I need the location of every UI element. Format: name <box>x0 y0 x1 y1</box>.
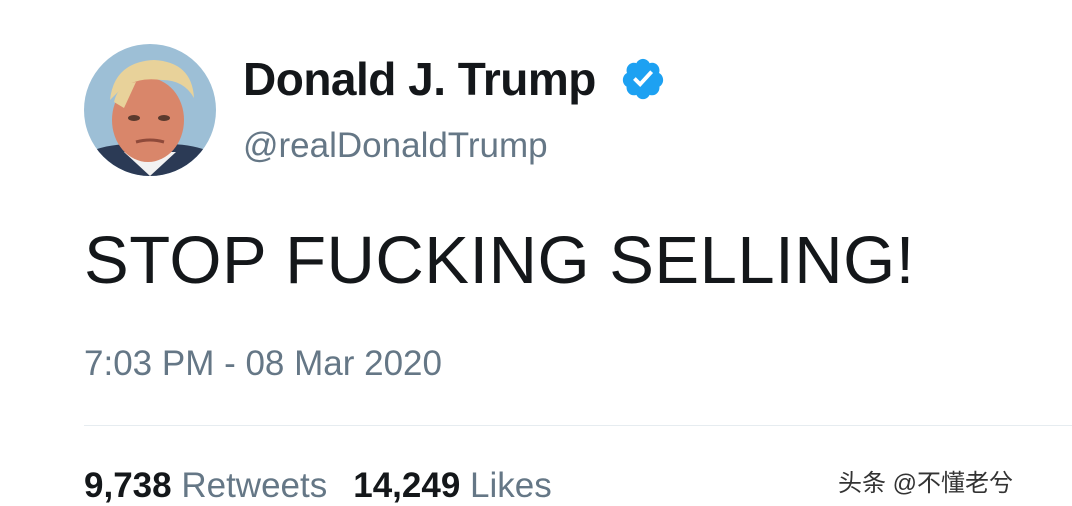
avatar[interactable] <box>84 44 216 176</box>
tweet-text: STOP FUCKING SELLING! <box>84 223 915 298</box>
tweet-stats: 9,738 Retweets 14,249 Likes <box>84 466 552 506</box>
divider <box>84 425 1072 426</box>
tweet-timestamp[interactable]: 7:03 PM - 08 Mar 2020 <box>84 344 442 384</box>
user-handle[interactable]: @realDonaldTrump <box>243 126 548 166</box>
retweets-count: 9,738 <box>84 466 172 505</box>
verified-badge-icon <box>620 56 666 102</box>
likes-stat[interactable]: 14,249 Likes <box>353 466 552 505</box>
display-name[interactable]: Donald J. Trump <box>243 52 596 106</box>
likes-label: Likes <box>470 466 552 505</box>
tweet-card: Donald J. Trump @realDonaldTrump STOP FU… <box>0 0 1072 506</box>
retweets-stat[interactable]: 9,738 Retweets <box>84 466 327 505</box>
likes-count: 14,249 <box>353 466 461 505</box>
retweets-label: Retweets <box>181 466 328 505</box>
watermark: 头条 @不懂老兮 <box>838 470 1014 497</box>
avatar-image <box>84 44 216 176</box>
